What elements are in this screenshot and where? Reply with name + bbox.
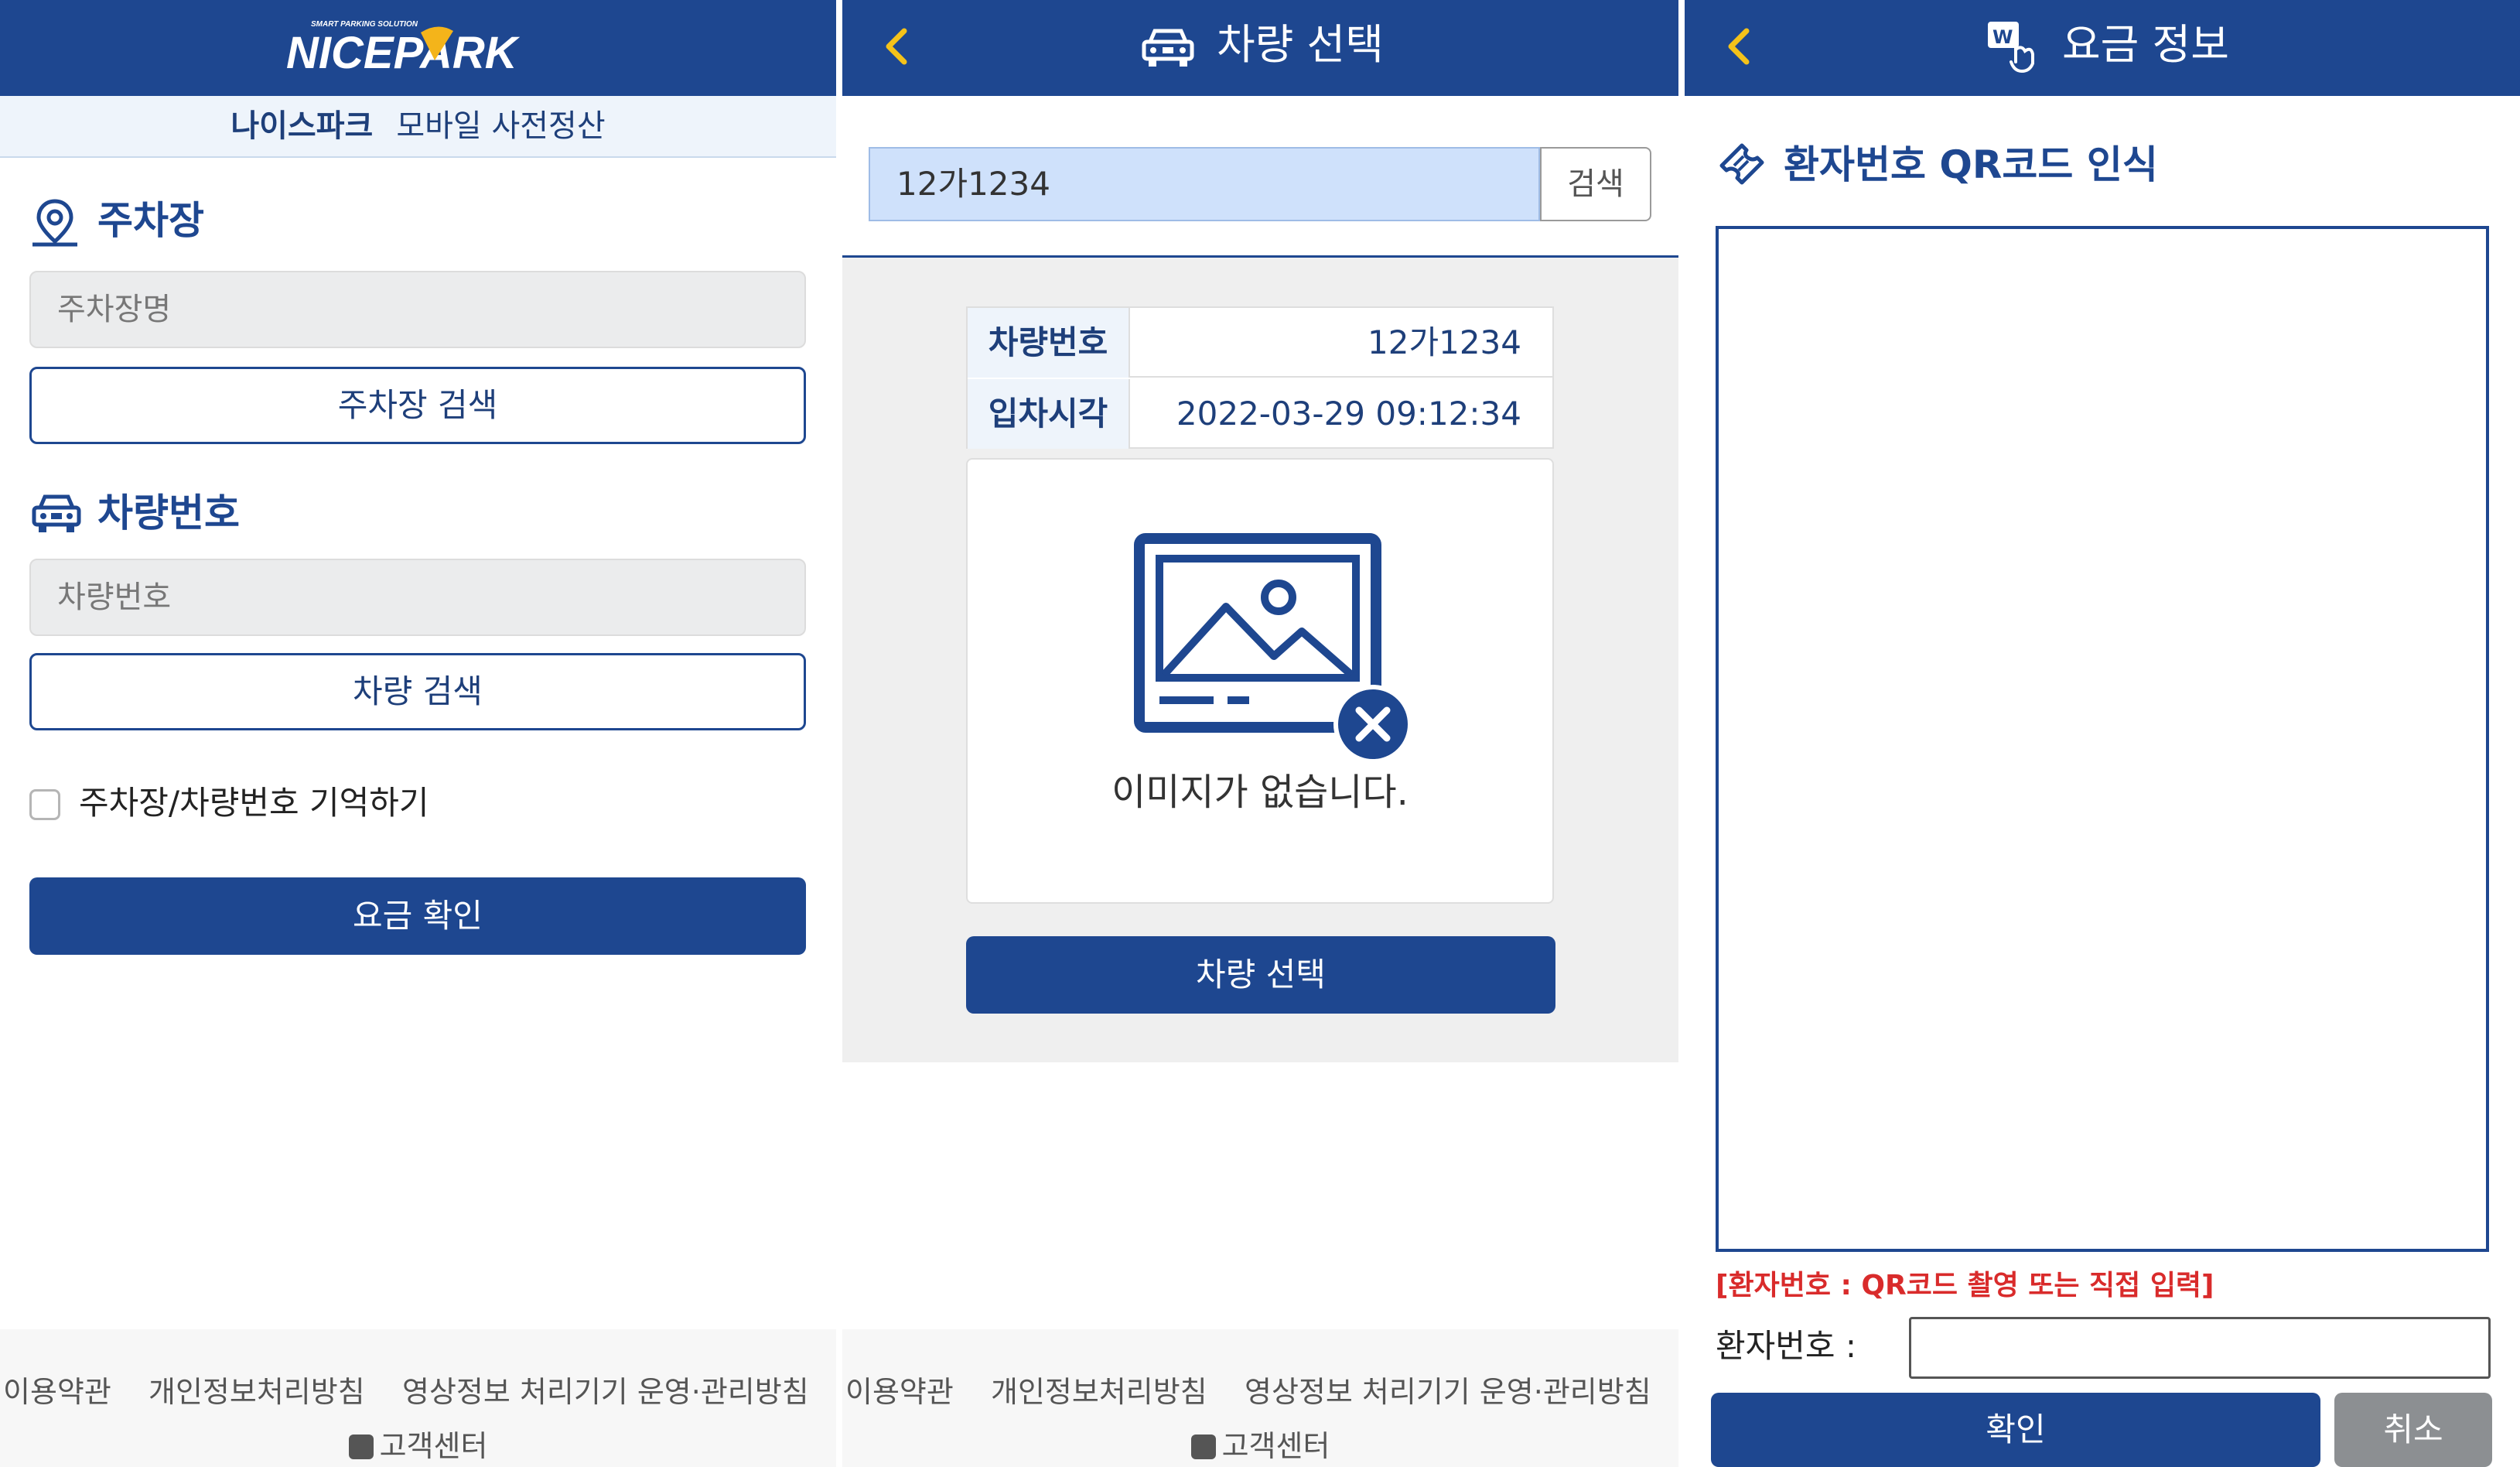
info-key: 차량번호 — [968, 308, 1130, 378]
vehicle-search-button[interactable]: 차량 검색 — [29, 653, 806, 730]
remember-checkbox[interactable] — [29, 789, 60, 820]
location-pin-icon — [32, 199, 77, 247]
customer-center-label: 고객센터 — [1221, 1429, 1330, 1463]
vehicle-number-input[interactable]: 차량번호 — [29, 559, 806, 636]
parking-name-input[interactable]: 주차장명 — [29, 271, 806, 348]
image-missing-icon — [1134, 533, 1412, 764]
vehicle-info-table: 차량번호 12가1234 입차시각 2022-03-29 09:12:34 — [966, 306, 1554, 449]
ticket-icon — [1719, 143, 1764, 185]
parking-section-title: 주차장 — [29, 193, 493, 248]
no-image-text: 이미지가 없습니다. — [1111, 771, 1409, 814]
privacy-link[interactable]: 개인정보처리방침 — [149, 1368, 365, 1411]
qr-title-text: 환자번호 QR코드 인식 — [1784, 142, 2158, 187]
panel-vehicle-select: 차량 선택 12가1234 검색 차량번호 12가1234 입차시각 2022-… — [842, 0, 1678, 1467]
header-bar: W 요금 정보 — [1685, 0, 2520, 96]
customer-center-label: 고객센터 — [379, 1429, 488, 1463]
search-button[interactable]: 검색 — [1540, 147, 1651, 221]
patient-number-input[interactable] — [1909, 1317, 2491, 1379]
vehicle-image-box: 이미지가 없습니다. — [966, 458, 1554, 904]
terms-link[interactable]: 이용약관 — [845, 1368, 954, 1411]
terms-link[interactable]: 이용약관 — [3, 1368, 111, 1411]
privacy-link[interactable]: 개인정보처리방침 — [991, 1368, 1207, 1411]
remember-label: 주차장/차량번호 기억하기 — [79, 784, 429, 822]
footer: 이용약관 개인정보처리방침 영상정보 처리기기 운영·관리방침 고객센터 — [0, 1329, 836, 1467]
fee-check-button[interactable]: 요금 확인 — [29, 877, 806, 955]
panel-fee-info: W 요금 정보 환자번호 QR코드 인식 [환자번호 : QR코드 촬영 또는 … — [1685, 0, 2520, 1467]
vehicle-search-input[interactable]: 12가1234 — [869, 147, 1540, 221]
cctv-policy-link[interactable]: 영상정보 처리기기 운영·관리방침 — [402, 1368, 809, 1411]
sub-title-bar: 나이스파크 모바일 사전정산 — [0, 96, 836, 158]
qr-input-note: [환자번호 : QR코드 촬영 또는 직접 입력] — [1716, 1270, 2214, 1301]
page-title: 요금 정보 — [2062, 20, 2229, 69]
parking-search-button[interactable]: 주차장 검색 — [29, 367, 806, 444]
cctv-policy-link[interactable]: 영상정보 처리기기 운영·관리방침 — [1245, 1368, 1651, 1411]
vehicle-select-button[interactable]: 차량 선택 — [966, 936, 1555, 1014]
panel-main: SMART PARKING SOLUTION NICEPARK 나이스파크 모바일… — [0, 0, 836, 1467]
info-key: 입차시각 — [968, 379, 1130, 449]
logo-text: NICEPARK — [286, 28, 521, 78]
car-icon — [32, 494, 81, 532]
table-row: 입차시각 2022-03-29 09:12:34 — [968, 379, 1552, 449]
page-title: 차량 선택 — [1217, 20, 1384, 69]
customer-center-link[interactable]: 고객센터 — [0, 1422, 836, 1465]
vehicle-section-title: 차량번호 — [29, 486, 493, 540]
phone-icon — [1190, 1435, 1216, 1459]
service-name: 모바일 사전정산 — [396, 108, 606, 144]
header-bar: SMART PARKING SOLUTION NICEPARK — [0, 0, 836, 96]
qr-section-title: 환자번호 QR코드 인식 — [1716, 138, 2334, 192]
svg-text:W: W — [1992, 26, 2013, 48]
vehicle-title: 차량번호 — [97, 491, 240, 535]
confirm-button[interactable]: 확인 — [1711, 1393, 2320, 1467]
nicepark-logo: SMART PARKING SOLUTION NICEPARK — [286, 20, 521, 78]
footer: 이용약관 개인정보처리방침 영상정보 처리기기 운영·관리방침 고객센터 — [842, 1329, 1678, 1467]
patient-number-label: 환자번호 : — [1716, 1327, 1857, 1365]
web-touch-icon: W — [1988, 22, 2034, 74]
customer-center-link[interactable]: 고객센터 — [842, 1422, 1678, 1465]
info-value: 12가1234 — [1368, 323, 1521, 361]
parking-title: 주차장 — [97, 198, 204, 243]
phone-icon — [348, 1435, 374, 1459]
info-value: 2022-03-29 09:12:34 — [1176, 395, 1521, 433]
cancel-button[interactable]: 취소 — [2334, 1393, 2492, 1467]
car-icon — [1142, 29, 1194, 67]
table-row: 차량번호 12가1234 — [968, 308, 1552, 378]
back-arrow-icon[interactable] — [1717, 23, 1764, 70]
qr-camera-frame[interactable] — [1716, 226, 2489, 1252]
back-arrow-icon[interactable] — [875, 23, 921, 70]
header-bar: 차량 선택 — [842, 0, 1678, 96]
brand-name: 나이스파크 — [230, 108, 374, 144]
